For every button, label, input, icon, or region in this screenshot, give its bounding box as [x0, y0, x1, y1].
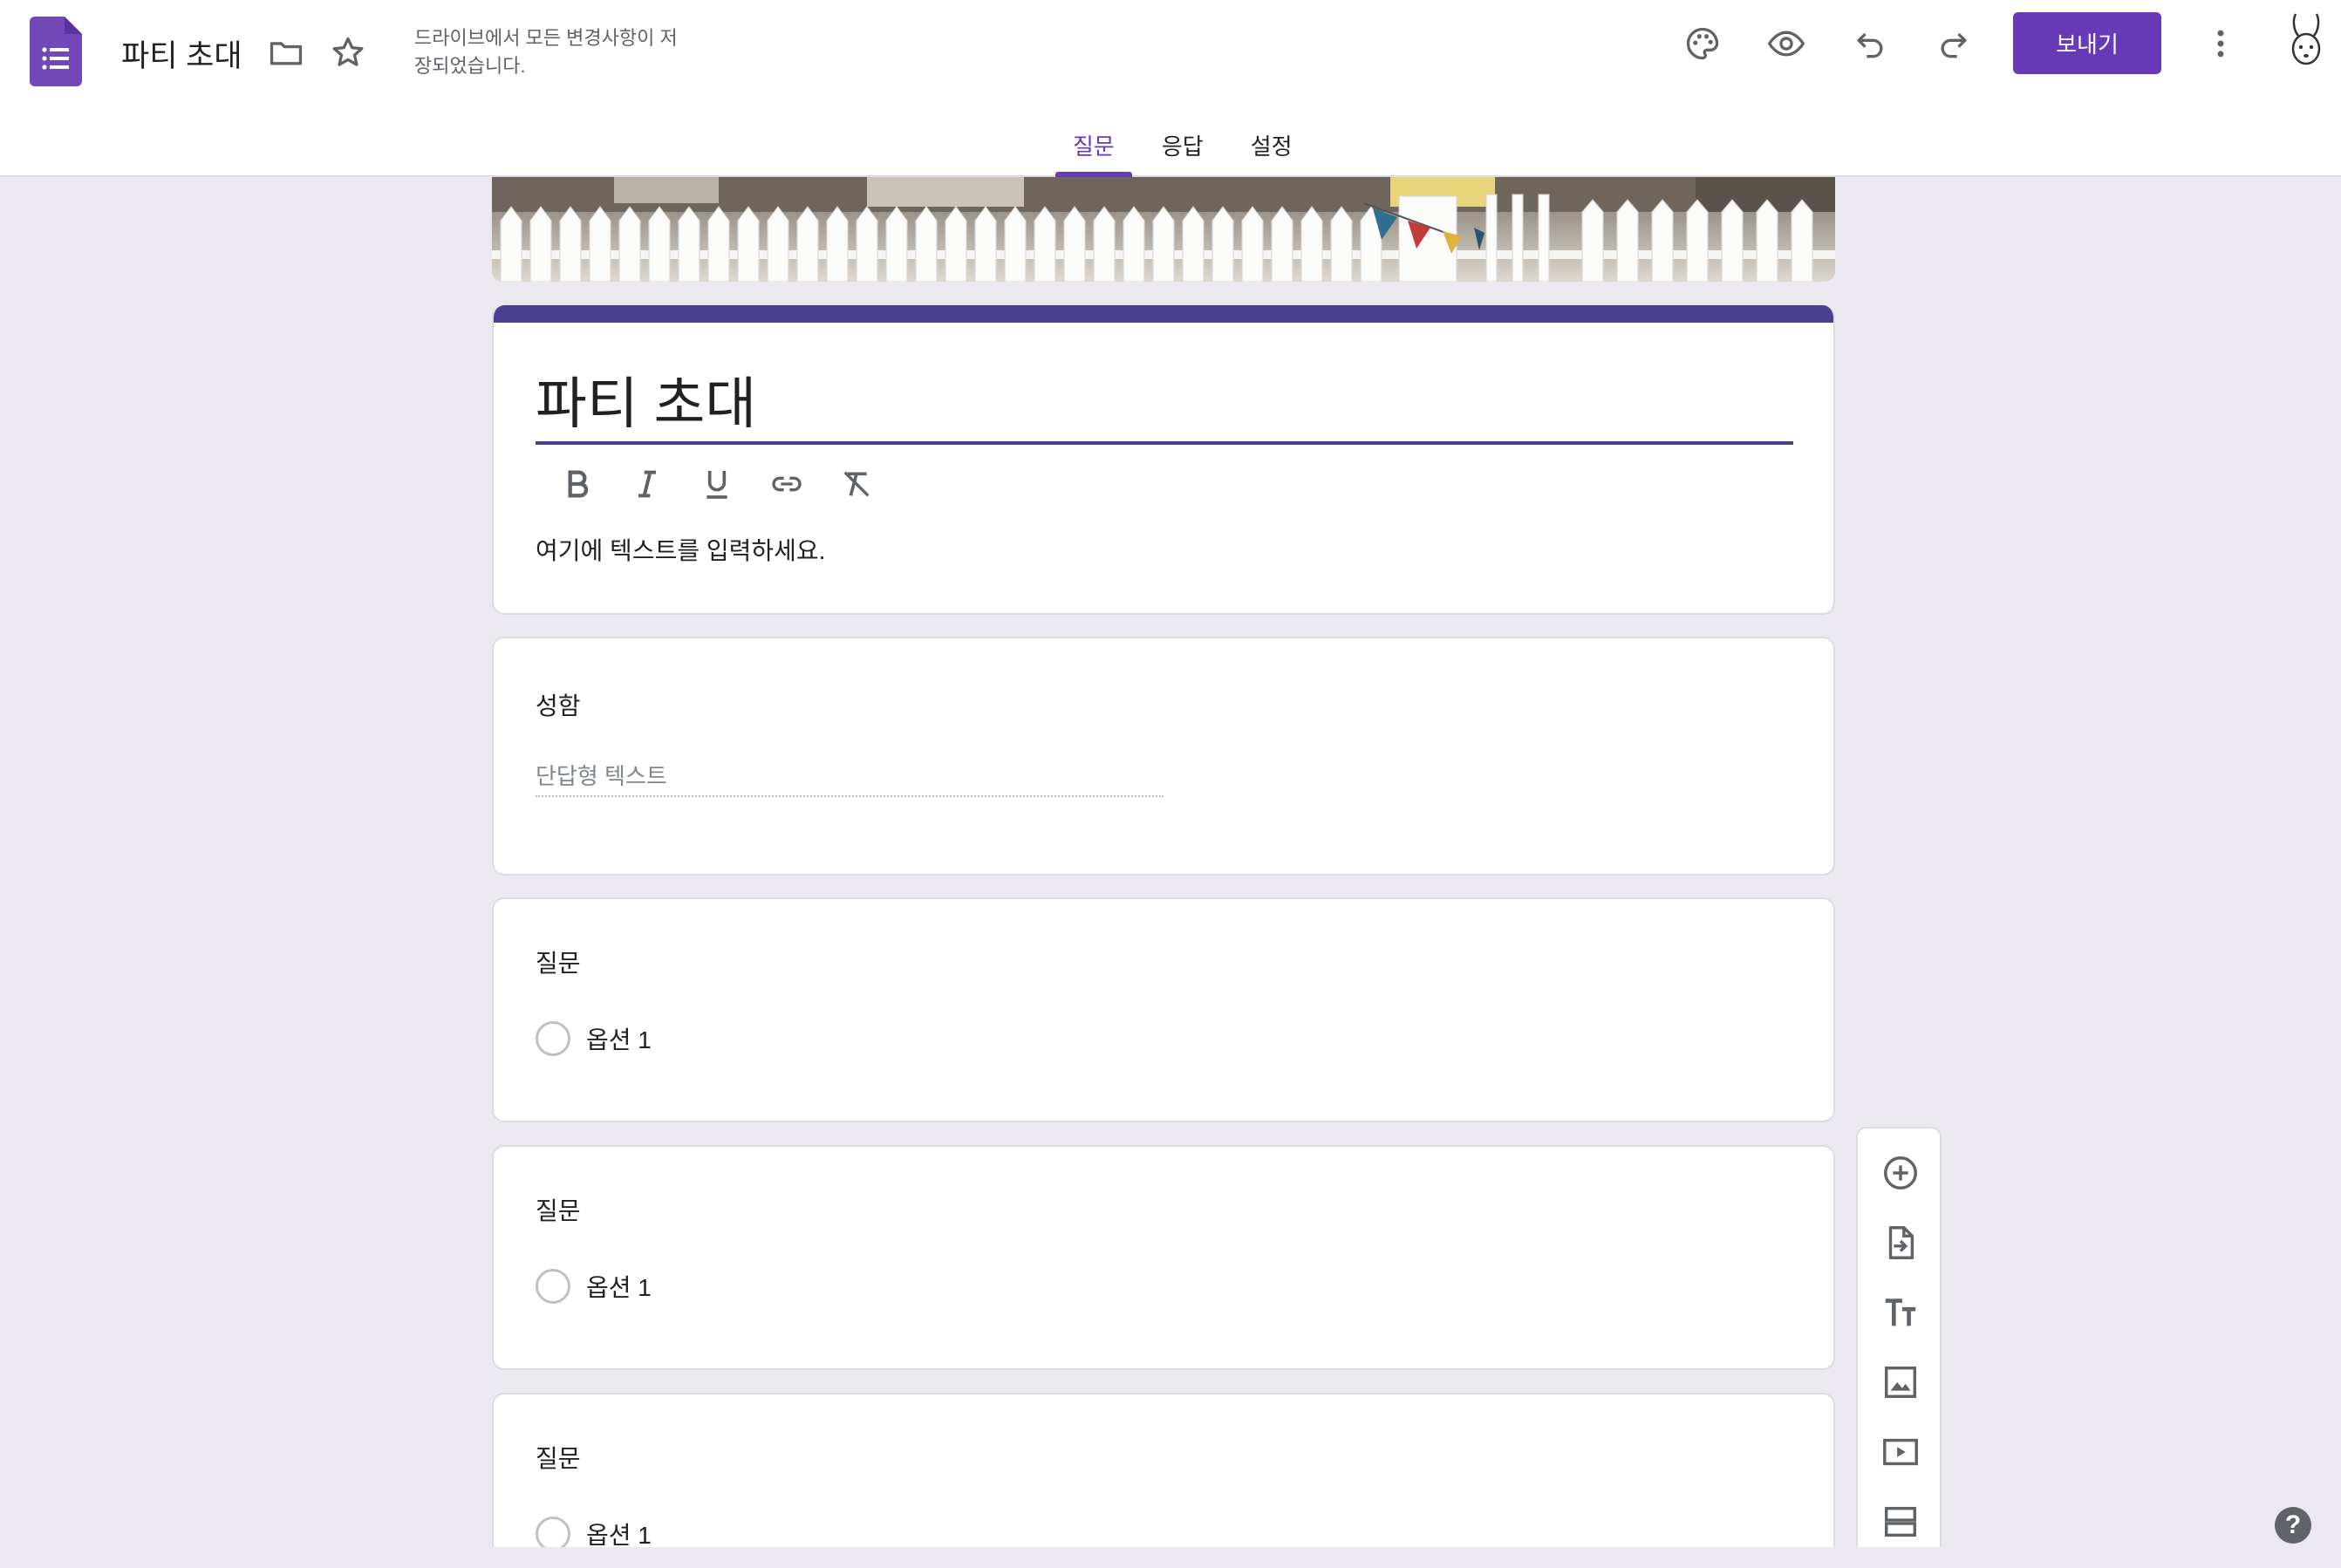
form-description-input[interactable]: 여기에 텍스트를 입력하세요. [536, 532, 825, 567]
format-toolbar [543, 462, 891, 506]
option-label: 옵션 1 [586, 1026, 652, 1053]
palette-icon[interactable] [1682, 23, 1723, 65]
clear-format-icon[interactable] [822, 462, 891, 506]
folder-icon[interactable] [265, 31, 307, 73]
radio-button [536, 1021, 570, 1056]
link-icon[interactable] [752, 462, 822, 506]
question-card[interactable]: 질문 옵션 1 [492, 1393, 1835, 1568]
question-card-name[interactable]: 성함 단답형 텍스트 [492, 637, 1835, 876]
question-card[interactable]: 질문 옵션 1 [492, 1145, 1835, 1370]
side-toolbar [1856, 1127, 1942, 1568]
underline-icon[interactable] [682, 462, 752, 506]
bottom-strip [0, 1547, 2341, 1568]
forms-logo-icon[interactable] [30, 17, 82, 86]
radio-option: 옵션 1 [536, 1517, 652, 1551]
question-title: 성함 [536, 692, 581, 719]
radio-option: 옵션 1 [536, 1021, 652, 1056]
add-video-icon[interactable] [1879, 1430, 1922, 1474]
preview-eye-icon[interactable] [1765, 23, 1807, 65]
tab-responses[interactable]: 응답 [1144, 122, 1221, 177]
question-card[interactable]: 질문 옵션 1 [492, 897, 1835, 1122]
tab-questions[interactable]: 질문 [1055, 122, 1132, 177]
bold-icon[interactable] [543, 462, 612, 506]
italic-icon[interactable] [612, 462, 682, 506]
question-title: 질문 [536, 1445, 581, 1472]
save-status: 드라이브에서 모든 변경사항이 저 장되었습니다. [414, 27, 678, 77]
radio-option: 옵션 1 [536, 1269, 652, 1304]
avatar[interactable] [2285, 12, 2327, 66]
add-title-icon[interactable] [1879, 1291, 1922, 1334]
tab-bar: 질문 응답 설정 [1055, 122, 1322, 177]
radio-button [536, 1517, 570, 1551]
add-section-icon[interactable] [1879, 1500, 1922, 1544]
undo-icon[interactable] [1849, 23, 1891, 65]
document-title[interactable]: 파티 초대 [121, 31, 242, 76]
header-banner-image [492, 177, 1835, 282]
help-icon[interactable]: ? [2275, 1507, 2311, 1544]
title-accent-bar [494, 305, 1833, 323]
form-title-input[interactable]: 파티 초대 [536, 359, 756, 440]
redo-icon[interactable] [1933, 23, 1975, 65]
star-icon[interactable] [327, 31, 369, 73]
more-vert-icon[interactable] [2200, 23, 2242, 65]
add-question-icon[interactable] [1879, 1151, 1922, 1195]
send-button[interactable]: 보내기 [2013, 12, 2161, 74]
option-label: 옵션 1 [586, 1274, 652, 1301]
option-label: 옵션 1 [586, 1522, 652, 1549]
short-answer-field: 단답형 텍스트 [536, 759, 1164, 797]
radio-button [536, 1269, 570, 1304]
tab-settings[interactable]: 설정 [1233, 122, 1310, 177]
add-image-icon[interactable] [1879, 1360, 1922, 1404]
question-title: 질문 [536, 1197, 581, 1224]
question-title: 질문 [536, 950, 581, 977]
form-title-card: 파티 초대 여기에 텍스트를 입력하세요. [492, 305, 1835, 615]
title-underline [536, 441, 1793, 445]
top-header: 파티 초대 드라이브에서 모든 변경사항이 저 장되었습니다. 보내기 질문 응… [0, 0, 2341, 177]
import-questions-icon[interactable] [1879, 1221, 1922, 1265]
